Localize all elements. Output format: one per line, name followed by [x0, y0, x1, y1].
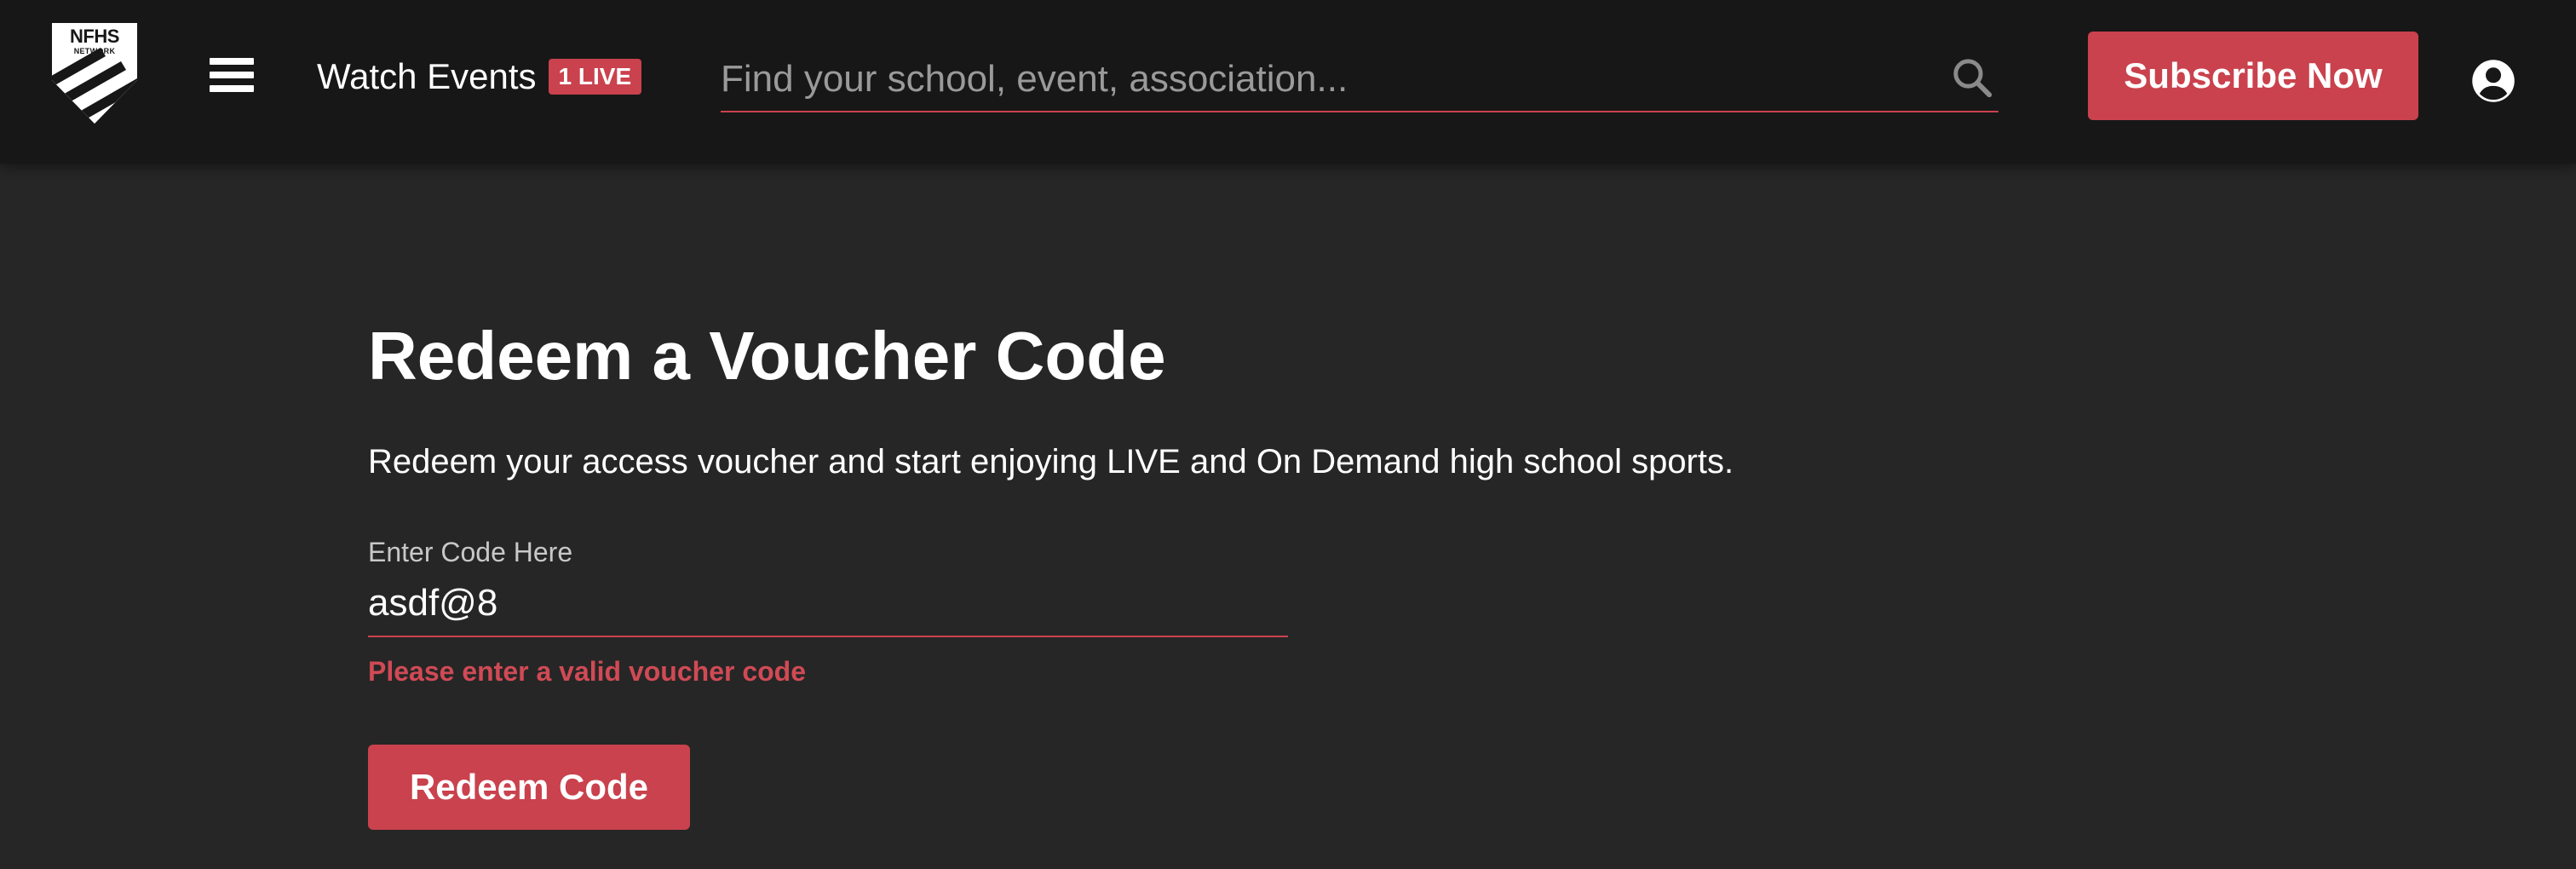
search-input[interactable] [721, 48, 1913, 111]
code-field-label: Enter Code Here [368, 537, 573, 567]
search-bar [721, 48, 1998, 112]
nfhs-network-logo[interactable]: NFHS NETWORK [49, 20, 140, 126]
logo-wordmark: NFHS NETWORK [70, 26, 119, 55]
search-icon[interactable] [1949, 55, 1995, 101]
watch-events-link[interactable]: Watch Events 1 LIVE [317, 51, 642, 102]
page-description: Redeem your access voucher and start enj… [368, 443, 1734, 481]
validation-error-message: Please enter a valid voucher code [368, 656, 807, 687]
redeem-code-button[interactable]: Redeem Code [368, 745, 690, 830]
hamburger-menu-icon[interactable] [210, 53, 254, 97]
subscribe-now-button[interactable]: Subscribe Now [2088, 32, 2418, 120]
live-count-badge[interactable]: 1 LIVE [548, 58, 642, 95]
voucher-code-input[interactable] [368, 571, 1288, 636]
account-circle-icon[interactable] [2470, 58, 2516, 104]
page-title: Redeem a Voucher Code [368, 318, 1166, 394]
top-navigation-bar: NFHS NETWORK Watch Events 1 LIVE Subscri… [0, 0, 2576, 164]
watch-events-label[interactable]: Watch Events [317, 56, 537, 97]
voucher-code-field [368, 571, 1288, 637]
